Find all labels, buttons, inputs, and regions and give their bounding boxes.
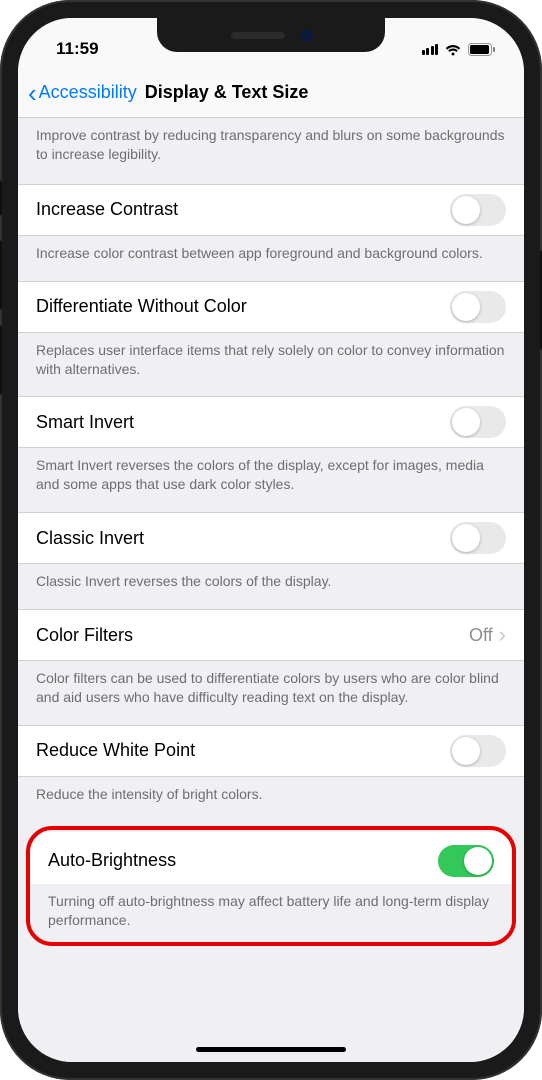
classic-invert-toggle[interactable] [450, 522, 506, 554]
earpiece-speaker [231, 32, 285, 39]
chevron-left-icon: ‹ [28, 80, 37, 106]
color-filters-row[interactable]: Color Filters Off › [18, 609, 524, 661]
reduce-white-point-toggle[interactable] [450, 735, 506, 767]
row-label: Smart Invert [36, 412, 134, 433]
volume-up-button [0, 240, 2, 310]
home-indicator[interactable] [196, 1047, 346, 1052]
differentiate-without-color-row[interactable]: Differentiate Without Color [18, 281, 524, 333]
mute-switch [0, 180, 2, 216]
notch [157, 18, 385, 52]
row-label: Reduce White Point [36, 740, 195, 761]
row-value: Off › [469, 622, 506, 648]
cellular-signal-icon [422, 43, 439, 55]
row-footer: Replaces user interface items that rely … [18, 333, 524, 397]
nav-bar: ‹ Accessibility Display & Text Size [18, 68, 524, 118]
increase-contrast-toggle[interactable] [450, 194, 506, 226]
row-label: Increase Contrast [36, 199, 178, 220]
volume-down-button [0, 325, 2, 395]
status-time: 11:59 [56, 39, 99, 59]
highlight-annotation: Auto-Brightness Turning off auto-brightn… [26, 826, 516, 946]
row-label: Auto-Brightness [48, 850, 176, 871]
wifi-icon [444, 43, 462, 56]
row-value-text: Off [469, 625, 493, 646]
reduce-white-point-row[interactable]: Reduce White Point [18, 725, 524, 777]
settings-list[interactable]: Improve contrast by reducing transparenc… [18, 118, 524, 1062]
phone-frame: 11:59 ‹ Accessibility Display & Text Siz… [0, 0, 542, 1080]
row-label: Color Filters [36, 625, 133, 646]
row-footer: Reduce the intensity of bright colors. [18, 777, 524, 822]
screen: 11:59 ‹ Accessibility Display & Text Siz… [18, 18, 524, 1062]
back-label: Accessibility [39, 82, 137, 103]
row-label: Differentiate Without Color [36, 296, 247, 317]
row-footer: Color filters can be used to differentia… [18, 661, 524, 725]
classic-invert-row[interactable]: Classic Invert [18, 512, 524, 564]
chevron-right-icon: › [499, 622, 506, 648]
front-camera [301, 30, 312, 41]
back-button[interactable]: ‹ Accessibility [28, 80, 137, 106]
smart-invert-toggle[interactable] [450, 406, 506, 438]
row-footer: Classic Invert reverses the colors of th… [18, 564, 524, 609]
smart-invert-row[interactable]: Smart Invert [18, 396, 524, 448]
battery-icon [468, 43, 496, 56]
row-footer: Smart Invert reverses the colors of the … [18, 448, 524, 512]
differentiate-without-color-toggle[interactable] [450, 291, 506, 323]
row-footer: Increase color contrast between app fore… [18, 236, 524, 281]
page-title: Display & Text Size [145, 82, 309, 103]
auto-brightness-toggle[interactable] [438, 845, 494, 877]
row-label: Classic Invert [36, 528, 144, 549]
group-footer: Improve contrast by reducing transparenc… [18, 118, 524, 184]
auto-brightness-row[interactable]: Auto-Brightness [30, 832, 512, 884]
increase-contrast-row[interactable]: Increase Contrast [18, 184, 524, 236]
row-footer: Turning off auto-brightness may affect b… [30, 884, 512, 940]
status-icons [422, 43, 497, 56]
